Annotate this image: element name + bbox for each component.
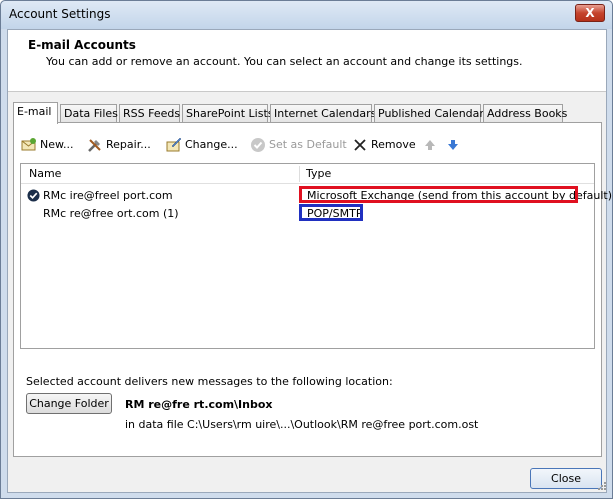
move-up-button[interactable] xyxy=(422,135,441,155)
dialog-client: E-mail Accounts You can add or remove an… xyxy=(7,29,612,493)
column-name[interactable]: Name xyxy=(29,167,61,180)
repair-tools-icon xyxy=(88,139,101,152)
remove-button[interactable]: Remove xyxy=(352,135,416,155)
arrow-up-icon xyxy=(425,140,435,150)
remove-label: Remove xyxy=(371,138,416,151)
dialog-header: E-mail Accounts You can add or remove an… xyxy=(8,30,606,92)
resize-grip-icon[interactable] xyxy=(598,482,606,490)
move-down-button[interactable] xyxy=(445,135,464,155)
account-name: RMc re@free ort.com (1) xyxy=(43,207,179,220)
email-tab-panel: New... Repair... Change... Set as Defaul… xyxy=(13,122,612,457)
change-folder-button[interactable]: Change Folder xyxy=(26,393,112,414)
column-type[interactable]: Type xyxy=(306,167,331,180)
remove-x-icon xyxy=(354,139,366,151)
checkmark-circle-icon xyxy=(251,138,265,152)
close-button[interactable]: Close xyxy=(530,468,602,489)
window-close-button[interactable]: X xyxy=(575,4,605,22)
change-label: Change... xyxy=(185,138,238,151)
account-name: RMc ire@freel port.com xyxy=(43,189,173,202)
header-description: You can add or remove an account. You ca… xyxy=(46,55,523,68)
tab-sharepoint-lists[interactable]: SharePoint Lists xyxy=(182,104,274,123)
exchange-highlight-box xyxy=(299,186,578,203)
arrow-down-icon xyxy=(448,140,458,150)
new-button[interactable]: New... xyxy=(21,135,73,155)
tab-data-files[interactable]: Data Files xyxy=(60,104,118,123)
list-column-header: Name Type xyxy=(21,164,594,184)
set-default-button[interactable]: Set as Default xyxy=(250,135,347,155)
repair-button[interactable]: Repair... xyxy=(87,135,151,155)
repair-label: Repair... xyxy=(106,138,151,151)
account-settings-window: Account Settings X E-mail Accounts You c… xyxy=(0,0,613,499)
pop-smtp-highlight-box xyxy=(299,204,363,221)
data-file-path: in data file C:\Users\rm uire\...\Outloo… xyxy=(125,418,479,431)
change-account-icon xyxy=(166,137,182,152)
header-title: E-mail Accounts xyxy=(28,38,136,52)
tab-internet-calendars[interactable]: Internet Calendars xyxy=(270,104,376,123)
delivery-folder-path: RM re@fre rt.com\Inbox xyxy=(125,398,273,411)
new-label: New... xyxy=(40,138,74,151)
tab-email[interactable]: E-mail xyxy=(13,102,58,124)
tab-address-books[interactable]: Address Books xyxy=(483,104,567,123)
change-button[interactable]: Change... xyxy=(166,135,238,155)
tab-published-calendars[interactable]: Published Calendars xyxy=(374,104,490,123)
title-bar: Account Settings X xyxy=(1,1,612,29)
tab-rss-feeds[interactable]: RSS Feeds xyxy=(119,104,180,123)
window-title: Account Settings xyxy=(9,7,111,21)
new-mail-icon xyxy=(21,138,36,151)
delivery-location-label: Selected account delivers new messages t… xyxy=(26,375,393,388)
set-default-label: Set as Default xyxy=(269,138,347,151)
default-account-check-icon xyxy=(27,189,40,202)
